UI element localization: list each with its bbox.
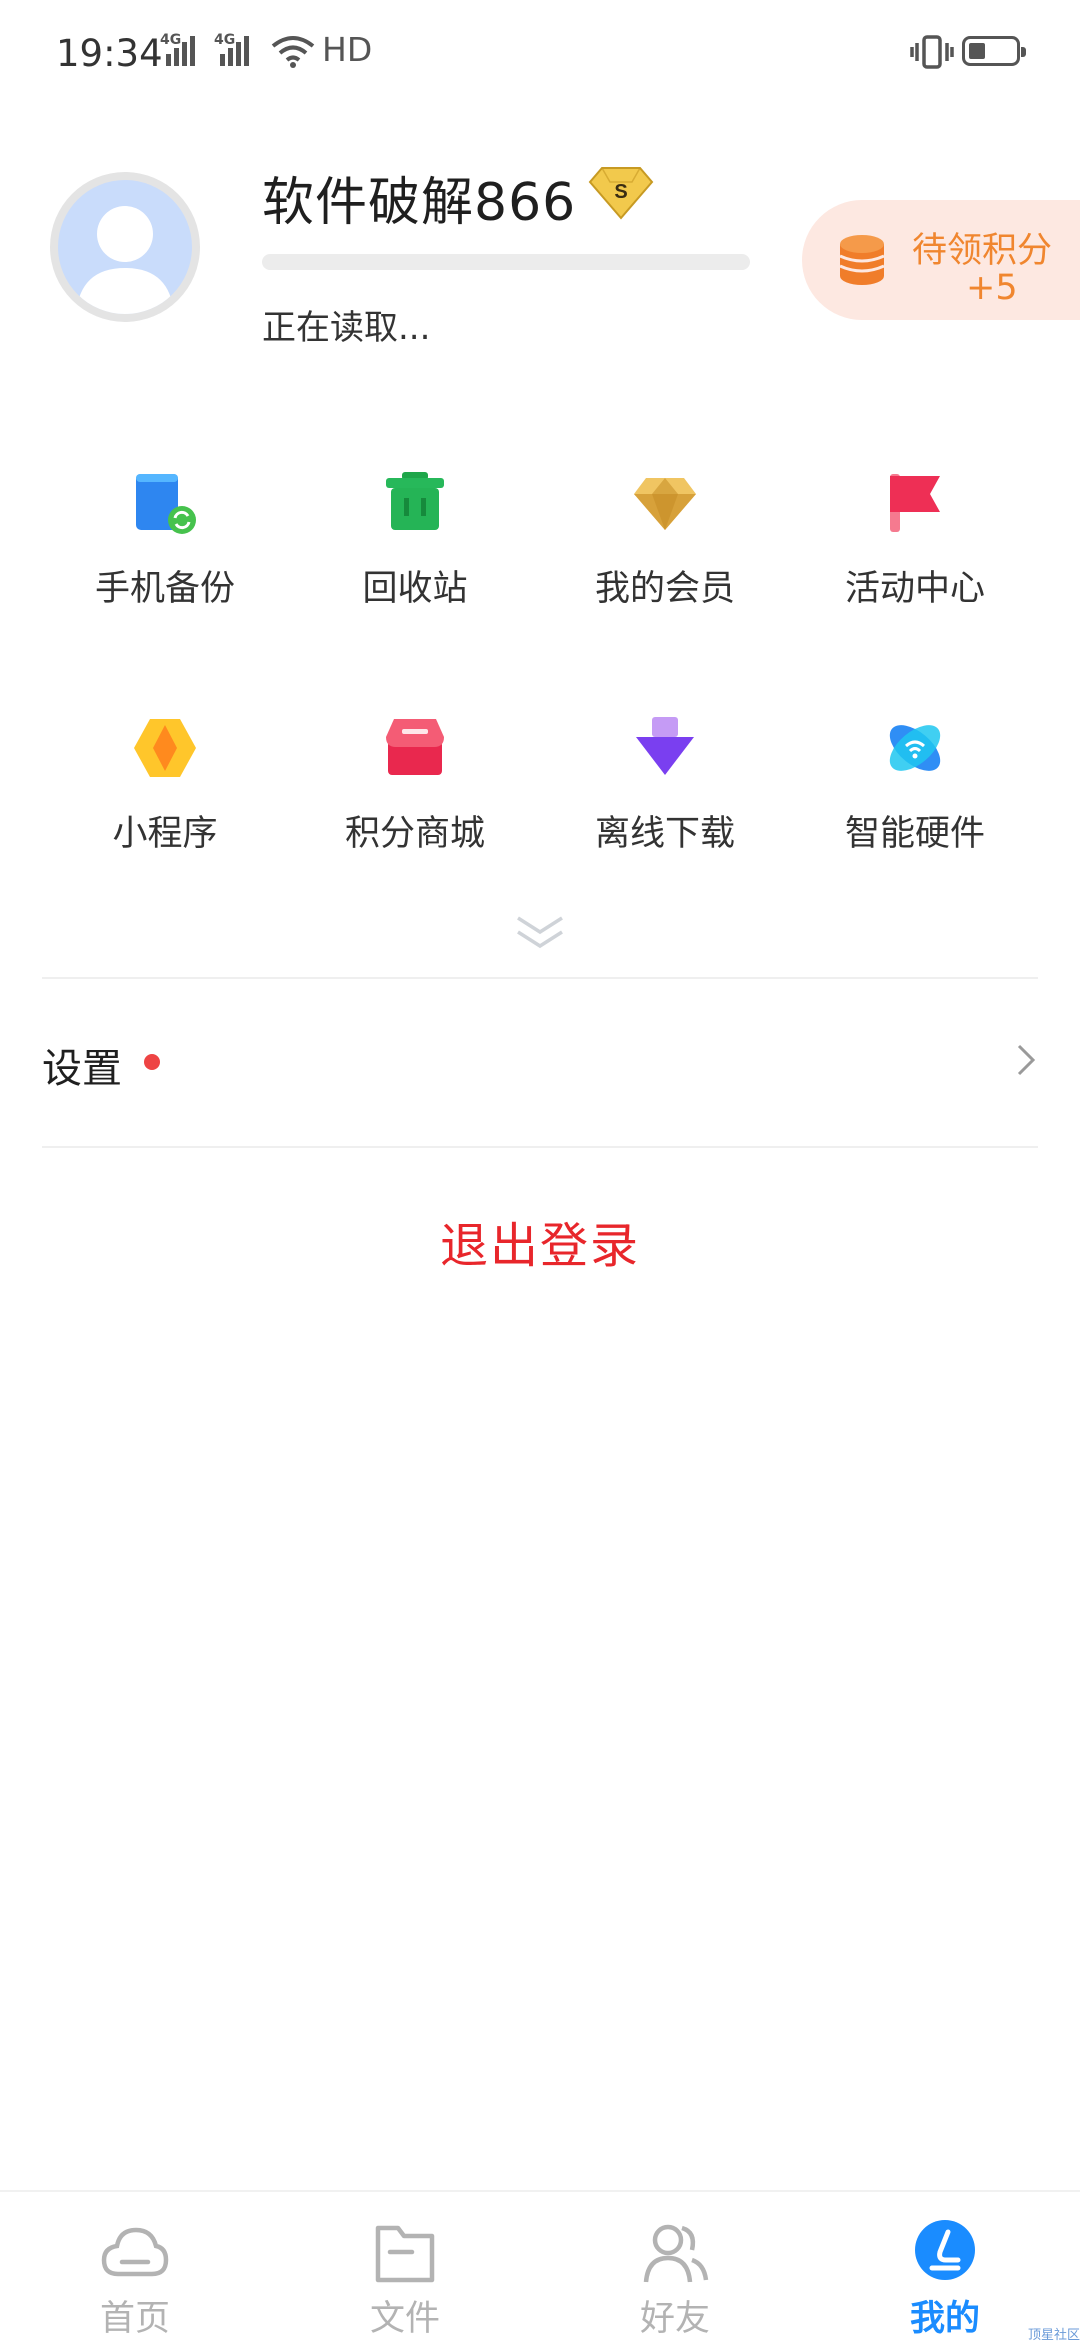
divider: [42, 977, 1038, 979]
chevron-right-icon: [1014, 1040, 1038, 1084]
grid-item-label: 回收站: [362, 569, 468, 609]
username[interactable]: 软件破解866: [262, 160, 576, 235]
nav-item-files[interactable]: 文件: [270, 2192, 540, 2342]
recycle-bin-icon: [386, 472, 444, 530]
folder-icon: [375, 2225, 435, 2283]
signal-icon: 4G: [160, 32, 204, 74]
loading-status: 正在读取...: [262, 308, 431, 348]
grid-item-points-mall[interactable]: 积分商城: [290, 705, 540, 885]
nav-label: 好友: [639, 2299, 710, 2339]
grid-item-label: 积分商城: [344, 814, 485, 854]
nav-item-home[interactable]: 首页: [0, 2192, 270, 2342]
logout-button[interactable]: 退出登录: [0, 1206, 1080, 1276]
grid-item-label: 活动中心: [844, 569, 985, 609]
grid-item-phone-backup[interactable]: 手机备份: [40, 460, 290, 640]
wifi-icon: [270, 34, 316, 74]
diamond-icon: [634, 478, 696, 530]
bottom-nav: 首页 文件 好友 我的: [0, 2190, 1080, 2342]
grid-item-offline-download[interactable]: 离线下载: [540, 705, 790, 885]
vibrate-icon: [910, 34, 954, 74]
status-time: 19:34: [56, 32, 163, 75]
settings-label: 设置: [42, 1046, 122, 1092]
grid-item-smart-hardware[interactable]: 智能硬件: [790, 705, 1040, 885]
nav-item-friends[interactable]: 好友: [540, 2192, 810, 2342]
status-bar: 19:34 4G 4G HD: [0, 0, 1080, 110]
nav-item-mine[interactable]: 我的: [810, 2192, 1080, 2342]
settings-row[interactable]: 设置: [0, 980, 1080, 1146]
expand-more-icon[interactable]: [514, 912, 566, 956]
avatar[interactable]: [50, 172, 200, 322]
flag-icon: [890, 474, 940, 532]
grid-item-label: 我的会员: [594, 569, 735, 609]
svg-text:S: S: [614, 181, 627, 203]
pending-points-label: 待领积分: [912, 231, 1053, 271]
grid-item-recycle-bin[interactable]: 回收站: [290, 460, 540, 640]
grid-item-activity-center[interactable]: 活动中心: [790, 460, 1040, 640]
grid-item-label: 小程序: [112, 814, 218, 854]
profile-icon: [915, 2220, 975, 2280]
shop-icon: [386, 719, 444, 775]
friends-icon: [643, 2224, 709, 2283]
battery-icon: [962, 36, 1026, 66]
pending-points-value: +5: [966, 268, 1018, 308]
signal-icon-2: 4G: [214, 32, 258, 74]
grid-item-label: 离线下载: [594, 814, 735, 854]
coin-icon: [836, 232, 888, 292]
hd-label: HD: [322, 30, 373, 69]
vip-badge-icon[interactable]: S: [588, 164, 654, 224]
grid-item-label: 手机备份: [94, 569, 235, 609]
grid-item-mini-program[interactable]: 小程序: [40, 705, 290, 885]
grid-item-membership[interactable]: 我的会员: [540, 460, 790, 640]
grid-item-label: 智能硬件: [844, 814, 985, 854]
nav-label: 文件: [369, 2299, 440, 2339]
notification-dot: [144, 1054, 160, 1070]
mini-program-icon: [134, 719, 196, 777]
default-user-icon: [76, 206, 174, 314]
phone-backup-icon: [136, 474, 196, 534]
smart-hardware-icon: [889, 725, 941, 771]
nav-label: 首页: [99, 2299, 170, 2339]
cloud-icon: [101, 2227, 169, 2277]
offline-download-icon: [636, 717, 694, 775]
storage-progress-bar: [262, 254, 750, 270]
divider: [42, 1146, 1038, 1148]
watermark: 顶星社区: [1028, 2328, 1080, 2343]
